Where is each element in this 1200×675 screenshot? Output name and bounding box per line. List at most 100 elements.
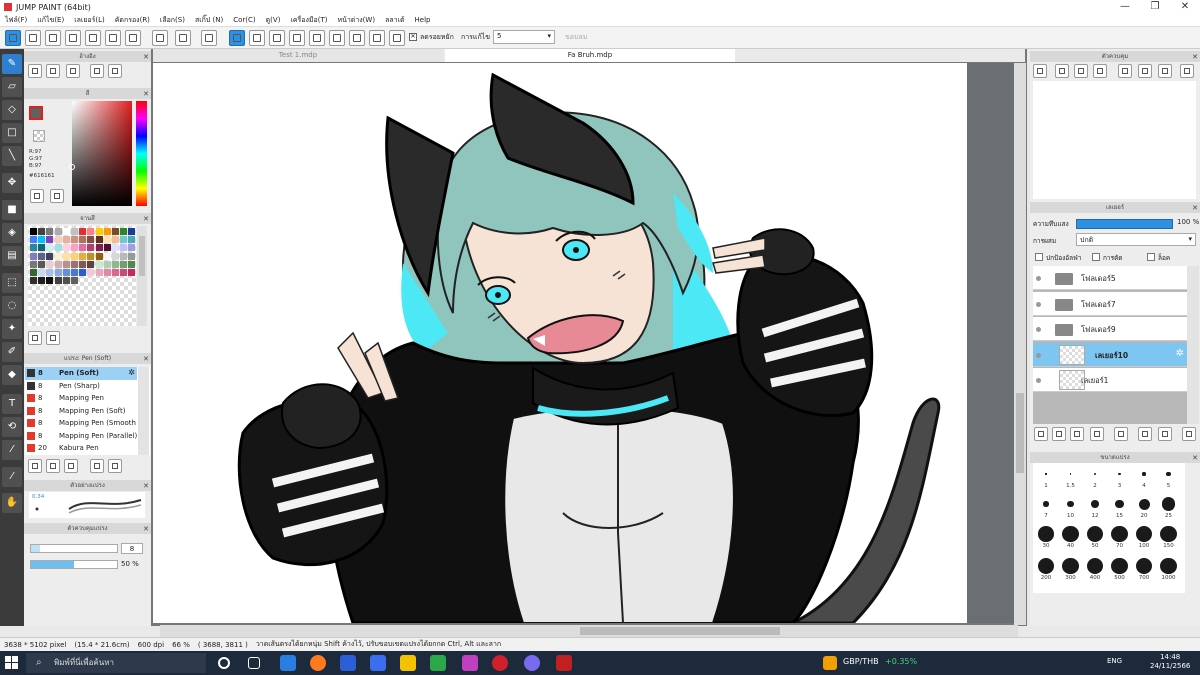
palette-swatch[interactable] — [103, 236, 111, 244]
palette-swatch[interactable] — [79, 236, 87, 244]
zoom-fit-icon[interactable] — [1093, 64, 1107, 78]
palette-swatch[interactable] — [62, 244, 70, 252]
text-tool-icon[interactable]: T — [2, 394, 22, 414]
visibility-icon[interactable] — [1036, 301, 1041, 307]
brush-size-option[interactable]: 70 — [1109, 525, 1131, 549]
rect-tool-icon[interactable]: ■ — [2, 200, 22, 220]
canvas-horizontal-scrollbar[interactable] — [160, 625, 1018, 637]
taskbar-search[interactable]: ⌕ พิมพ์ที่นี่เพื่อค้นหา — [26, 653, 206, 673]
brush-size-option[interactable]: 40 — [1060, 525, 1082, 549]
palette-swatch[interactable] — [46, 260, 54, 268]
snap-off-icon[interactable] — [229, 30, 245, 46]
rotate-left-icon[interactable] — [1118, 64, 1132, 78]
palette-swatch[interactable] — [87, 260, 95, 268]
brush-size-option[interactable]: 12 — [1084, 495, 1106, 519]
rotate-right-icon[interactable] — [1138, 64, 1152, 78]
fill-tool-icon[interactable]: ◈ — [2, 223, 22, 243]
menu-lalate[interactable]: ลลาเต้ — [380, 15, 409, 26]
palette-swatch[interactable] — [103, 244, 111, 252]
palette-swatch[interactable] — [38, 228, 46, 235]
palette-swatch[interactable] — [120, 236, 128, 244]
palette-swatch[interactable] — [112, 228, 119, 235]
palette-swatch[interactable] — [71, 244, 78, 252]
palette-swatch[interactable] — [54, 277, 62, 285]
duplicate-layer-icon[interactable] — [1138, 427, 1152, 441]
palette-swatch[interactable] — [128, 228, 136, 235]
brush-size-option[interactable]: 1000 — [1158, 557, 1180, 581]
palette-swatch[interactable] — [38, 277, 46, 285]
palette-swatch[interactable] — [46, 269, 54, 276]
new-layer-8bit-icon[interactable] — [1052, 427, 1066, 441]
snap-settings-icon[interactable] — [389, 30, 405, 46]
system-clock[interactable]: 14:48 24/11/2566 — [1150, 653, 1190, 671]
tab-fa-bruh[interactable]: Fa Bruh.mdp — [445, 49, 735, 62]
palette-swatch[interactable] — [30, 269, 37, 276]
cortana-icon[interactable] — [218, 657, 230, 669]
palette-swatch[interactable] — [30, 236, 37, 244]
gear-icon[interactable]: ✲ — [128, 367, 135, 379]
palette-swatch[interactable] — [54, 269, 62, 276]
close-icon[interactable]: ✕ — [1192, 453, 1198, 464]
navigator-preview[interactable] — [1033, 81, 1196, 199]
palette-swatch[interactable] — [95, 236, 103, 244]
palette-swatch[interactable] — [71, 260, 78, 268]
palette-swatch[interactable] — [46, 236, 54, 244]
palette-swatch[interactable] — [87, 252, 95, 260]
close-icon[interactable]: ✕ — [143, 52, 149, 63]
palette-swatch[interactable] — [38, 252, 46, 260]
tab-test-1[interactable]: Test 1.mdp — [153, 49, 443, 62]
palette-swatch[interactable] — [62, 277, 70, 285]
menu-view[interactable]: ดู(V) — [261, 15, 286, 26]
drawing-canvas[interactable] — [153, 63, 968, 623]
discord-icon[interactable] — [524, 655, 540, 671]
close-icon[interactable]: ✕ — [143, 354, 149, 365]
brush-list-item[interactable]: 8 Mapping Pen (Parallel) — [25, 430, 137, 443]
ref-fit-icon[interactable] — [108, 64, 122, 78]
palette-swatch[interactable] — [71, 269, 78, 276]
menu-filter[interactable]: คัดกรอง(R) — [110, 15, 155, 26]
ref-delete-icon[interactable] — [66, 64, 80, 78]
layer-list-scrollbar[interactable] — [1187, 266, 1199, 424]
brush-size-option[interactable]: 15 — [1109, 495, 1131, 519]
palette-swatch[interactable] — [128, 252, 136, 260]
snap-ellipse-icon[interactable] — [369, 30, 385, 46]
palette-swatch[interactable] — [112, 236, 119, 244]
hue-slider[interactable] — [136, 101, 147, 206]
brush-list-scrollbar[interactable] — [138, 367, 149, 455]
brush-size-slider[interactable] — [30, 544, 118, 553]
brush-list-item[interactable]: 8 Mapping Pen — [25, 392, 137, 405]
brush-opacity-slider[interactable] — [30, 560, 118, 569]
palette-swatch[interactable] — [120, 228, 128, 235]
cloud-icon[interactable] — [5, 30, 21, 46]
palette-swatch[interactable] — [30, 244, 37, 252]
redo-icon[interactable] — [175, 30, 191, 46]
brush-size-option[interactable]: 400 — [1084, 557, 1106, 581]
palette-swatch[interactable] — [79, 244, 87, 252]
select-pen-icon[interactable]: ✐ — [2, 342, 22, 362]
snap-radial-icon[interactable] — [309, 30, 325, 46]
palette-swatch[interactable] — [95, 252, 103, 260]
palette-swatch[interactable] — [54, 252, 62, 260]
palette-swatch[interactable] — [62, 269, 70, 276]
palette-swatch[interactable] — [38, 269, 46, 276]
brush-add-icon[interactable] — [28, 459, 42, 473]
layer-opacity-slider[interactable] — [1076, 219, 1173, 229]
select-eraser-icon[interactable]: ◆ — [2, 365, 22, 385]
palette-swatch[interactable] — [71, 252, 78, 260]
delete-layer-icon[interactable] — [1182, 427, 1196, 441]
new-layer-1bit-icon[interactable] — [1070, 427, 1084, 441]
ref-folder-icon[interactable] — [46, 64, 60, 78]
canvas-vertical-scrollbar[interactable] — [1014, 63, 1026, 625]
app-icon-blue[interactable] — [370, 655, 386, 671]
layer-row[interactable]: โฟลเดอร์5 — [1033, 266, 1187, 290]
magic-wand-icon[interactable]: ✦ — [2, 319, 22, 339]
brush-size-option[interactable]: 30 — [1035, 525, 1057, 549]
palette-swatch[interactable] — [103, 269, 111, 276]
jump-paint-taskbar-icon[interactable] — [556, 655, 572, 671]
blend-mode-select[interactable]: ปกติ ▾ — [1076, 233, 1196, 246]
menu-layer[interactable]: เลเยอร์(L) — [69, 15, 110, 26]
visibility-icon[interactable] — [1036, 327, 1041, 332]
close-icon[interactable]: ✕ — [1192, 203, 1198, 214]
brush-list-item[interactable]: 8 Mapping Pen (Smooth — [25, 417, 137, 430]
palette-swatch[interactable] — [87, 228, 95, 235]
